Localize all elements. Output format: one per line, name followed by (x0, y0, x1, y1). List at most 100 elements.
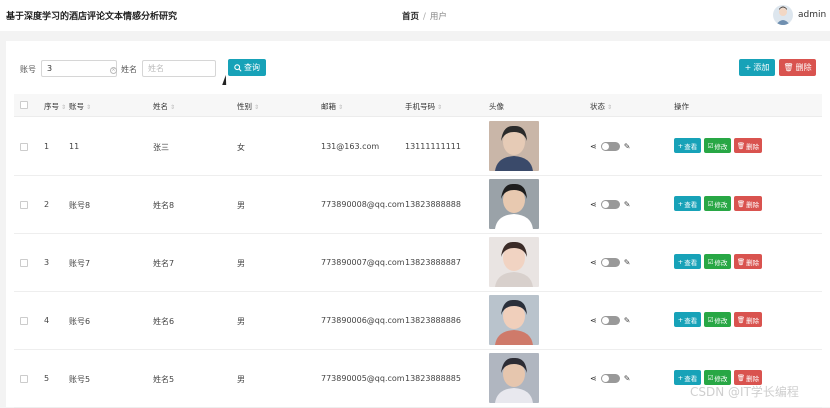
edit-square-icon: ☑ (707, 373, 714, 382)
edit-button[interactable]: ☑ 修改 (704, 312, 731, 327)
view-button[interactable]: + 查看 (674, 312, 701, 327)
cell-name: 姓名7 (153, 259, 175, 268)
share-icon[interactable]: ⋖ (590, 142, 597, 151)
sort-icon: ⇕ (86, 104, 92, 111)
cell-phone: 13823888885 (405, 374, 461, 383)
cell-email: 773890007@qq.com (321, 258, 405, 267)
trash-icon: 🗑 (736, 199, 746, 208)
search-button[interactable]: 查询 (228, 59, 266, 76)
row-delete-button[interactable]: 🗑 删除 (734, 312, 762, 327)
cell-name: 姓名5 (153, 375, 175, 384)
status-controls: ⋖ ✎ (590, 142, 630, 151)
view-button[interactable]: + 查看 (674, 196, 701, 211)
search-button-label: 查询 (244, 63, 260, 72)
cell-gender: 男 (237, 375, 245, 384)
edit-icon[interactable]: ✎ (624, 374, 631, 383)
cell-email: 773890005@qq.com (321, 374, 405, 383)
search-icon (234, 63, 242, 72)
column-header-index[interactable]: 序号 ⇕ (44, 101, 66, 112)
cell-name: 姓名6 (153, 317, 175, 326)
row-delete-button[interactable]: 🗑 删除 (734, 138, 762, 153)
sort-icon: ⇕ (607, 104, 613, 111)
clear-icon[interactable]: × (110, 67, 117, 74)
breadcrumb: 首页 / 用户 (402, 10, 447, 22)
app-title: 基于深度学习的酒店评论文本情感分析研究 (6, 12, 178, 22)
column-header-account[interactable]: 账号 ⇕ (69, 101, 91, 112)
cell-phone: 13823888888 (405, 200, 461, 209)
row-checkbox[interactable] (20, 317, 28, 325)
watermark: CSDN @IT学长编程 (690, 385, 799, 399)
status-toggle[interactable] (600, 142, 620, 151)
edit-square-icon: ☑ (707, 141, 714, 150)
mouse-cursor-icon (222, 75, 230, 85)
column-header-status[interactable]: 状态 ⇕ (590, 101, 612, 112)
edit-icon[interactable]: ✎ (624, 258, 631, 267)
column-header-email[interactable]: 邮箱 ⇕ (321, 101, 343, 112)
share-icon[interactable]: ⋖ (590, 374, 597, 383)
avatar-photo[interactable] (489, 353, 539, 403)
row-checkbox[interactable] (20, 259, 28, 267)
edit-button[interactable]: ☑ 修改 (704, 196, 731, 211)
main-panel: 账号 × 姓名 查询 + 添加 🗑 删除 序号⇕ 账号⇕ 姓名⇕ 性别⇕ 邮箱⇕… (6, 41, 830, 408)
account-input[interactable] (41, 60, 117, 77)
column-header-name[interactable]: 姓名 ⇕ (153, 101, 175, 112)
share-icon[interactable]: ⋖ (590, 258, 597, 267)
select-all-checkbox[interactable] (20, 101, 28, 109)
column-header-phone[interactable]: 手机号码 ⇕ (405, 101, 442, 112)
cell-email: 773890006@qq.com (321, 316, 405, 325)
cell-account: 账号8 (69, 201, 91, 210)
user-name[interactable]: admin (798, 10, 826, 20)
top-bar: 基于深度学习的酒店评论文本情感分析研究 首页 / 用户 admin (0, 0, 830, 31)
add-button[interactable]: + 添加 (739, 59, 775, 76)
sort-icon: ⇕ (170, 104, 176, 111)
row-delete-button[interactable]: 🗑 删除 (734, 196, 762, 211)
cell-phone: 13111111111 (405, 142, 461, 151)
view-button[interactable]: + 查看 (674, 138, 701, 153)
cell-name: 张三 (153, 143, 169, 152)
avatar-photo[interactable] (489, 179, 539, 229)
status-toggle[interactable] (600, 316, 620, 325)
trash-icon: 🗑 (736, 141, 746, 150)
account-label: 账号 (20, 65, 36, 74)
edit-button[interactable]: ☑ 修改 (704, 138, 731, 153)
edit-button[interactable]: ☑ 修改 (704, 254, 731, 269)
trash-icon: 🗑 (736, 373, 746, 382)
status-controls: ⋖ ✎ (590, 258, 630, 267)
cell-index: 2 (44, 200, 50, 209)
cell-account: 11 (69, 142, 80, 151)
trash-icon: 🗑 (783, 63, 794, 72)
user-avatar[interactable] (773, 5, 793, 25)
avatar-photo[interactable] (489, 295, 539, 345)
edit-square-icon: ☑ (707, 199, 714, 208)
batch-delete-button[interactable]: 🗑 删除 (779, 59, 816, 76)
avatar-photo[interactable] (489, 121, 539, 171)
name-input[interactable] (142, 60, 216, 77)
plus-icon: + (677, 257, 684, 266)
share-icon[interactable]: ⋖ (590, 316, 597, 325)
view-button[interactable]: + 查看 (674, 254, 701, 269)
sort-icon: ⇕ (61, 104, 67, 111)
breadcrumb-home[interactable]: 首页 (402, 12, 419, 22)
cell-index: 4 (44, 316, 50, 325)
cell-email: 773890008@qq.com (321, 200, 405, 209)
table-header: 序号 ⇕ 账号 ⇕ 姓名 ⇕ 性别 ⇕ 邮箱 ⇕ 手机号码 ⇕ 头像 状态 ⇕ 操作 (14, 94, 822, 117)
edit-icon[interactable]: ✎ (624, 142, 631, 151)
cell-email: 131@163.com (321, 142, 380, 151)
row-checkbox[interactable] (20, 375, 28, 383)
status-toggle[interactable] (600, 374, 620, 383)
column-header-actions: 操作 (674, 102, 689, 111)
edit-icon[interactable]: ✎ (624, 200, 631, 209)
row-checkbox[interactable] (20, 143, 28, 151)
share-icon[interactable]: ⋖ (590, 200, 597, 209)
avatar-photo[interactable] (489, 237, 539, 287)
row-delete-button[interactable]: 🗑 删除 (734, 254, 762, 269)
cell-gender: 男 (237, 259, 245, 268)
edit-icon[interactable]: ✎ (624, 316, 631, 325)
cell-index: 3 (44, 258, 50, 267)
status-toggle[interactable] (600, 200, 620, 209)
status-toggle[interactable] (600, 258, 620, 267)
row-checkbox[interactable] (20, 201, 28, 209)
column-header-gender[interactable]: 性别 ⇕ (237, 101, 259, 112)
breadcrumb-current: 用户 (429, 12, 447, 22)
plus-icon: + (677, 315, 684, 324)
